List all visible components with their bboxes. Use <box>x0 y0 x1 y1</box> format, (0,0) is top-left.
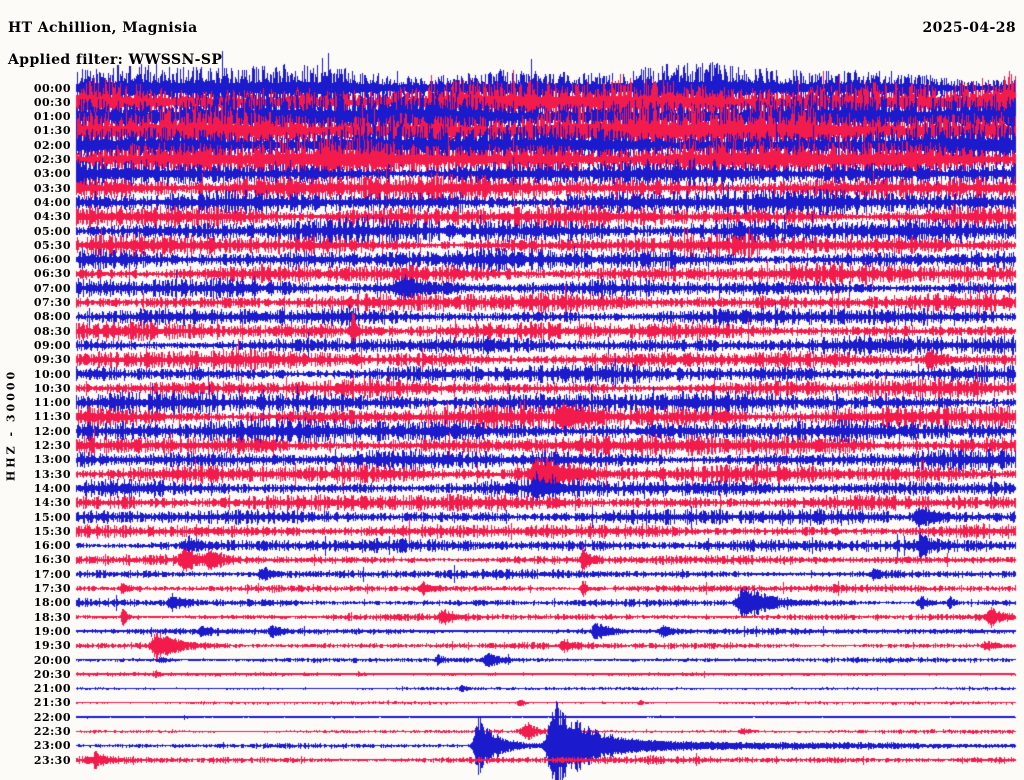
row-time-label: 23:30 <box>33 753 71 767</box>
row-time-label: 22:00 <box>33 710 71 724</box>
row-time-label: 17:00 <box>33 567 71 581</box>
row-time-label: 20:30 <box>33 667 71 681</box>
row-time-label: 20:00 <box>33 653 71 667</box>
row-time-label: 19:30 <box>33 639 71 653</box>
row-time-label: 11:30 <box>33 410 71 424</box>
row-time-label: 16:00 <box>33 539 71 553</box>
row-time-label: 12:00 <box>33 424 71 438</box>
row-time-label: 05:00 <box>33 224 71 238</box>
row-time-label: 18:00 <box>33 596 71 610</box>
row-time-label: 03:00 <box>33 167 71 181</box>
row-time-label: 00:30 <box>33 95 71 109</box>
row-time-label: 08:00 <box>33 310 71 324</box>
row-time-label: 02:30 <box>33 153 71 166</box>
row-time-label: 08:30 <box>33 324 71 338</box>
filter-label: Applied filter: WWSSN-SP <box>8 52 223 68</box>
row-time-label: 07:30 <box>33 296 71 309</box>
row-time-label: 22:30 <box>33 725 71 738</box>
row-time-label: 15:30 <box>33 524 71 538</box>
seismogram-trace-area <box>0 0 1024 780</box>
row-time-label: 21:00 <box>33 682 71 696</box>
row-time-label: 05:30 <box>33 238 71 252</box>
row-time-label: 07:00 <box>33 281 71 295</box>
date-label: 2025-04-28 <box>922 20 1016 36</box>
row-time-label: 21:30 <box>33 696 71 710</box>
row-time-label: 18:30 <box>33 610 71 624</box>
row-time-label: 16:30 <box>33 553 71 567</box>
row-time-label: 02:00 <box>33 138 71 152</box>
row-time-label: 10:30 <box>33 381 71 395</box>
helicorder-page: { "header": { "station_title": "HT Achil… <box>0 0 1024 780</box>
row-time-label: 06:00 <box>33 253 71 267</box>
row-time-label: 12:30 <box>33 439 71 452</box>
row-time-label: 04:00 <box>33 195 71 209</box>
row-time-label: 11:00 <box>33 396 71 410</box>
row-time-label: 14:30 <box>33 496 71 510</box>
station-title: HT Achillion, Magnisia <box>8 20 198 36</box>
row-time-label: 00:00 <box>33 81 71 95</box>
row-time-label: 13:30 <box>33 467 71 481</box>
row-time-label: 14:00 <box>33 481 71 495</box>
row-time-label: 01:00 <box>33 110 71 124</box>
row-time-label: 10:00 <box>33 367 71 381</box>
row-time-label: 06:30 <box>33 267 71 281</box>
row-time-label: 19:00 <box>33 624 71 638</box>
row-time-label: 15:00 <box>33 510 71 524</box>
row-time-label: 17:30 <box>33 582 71 595</box>
row-time-label: 13:00 <box>33 453 71 467</box>
row-time-label: 09:00 <box>33 338 71 352</box>
row-time-label: 23:00 <box>33 739 71 753</box>
row-time-label: 04:30 <box>33 210 71 224</box>
row-time-label: 01:30 <box>33 124 71 138</box>
row-time-label: 09:30 <box>33 353 71 367</box>
row-time-label: 03:30 <box>33 181 71 195</box>
